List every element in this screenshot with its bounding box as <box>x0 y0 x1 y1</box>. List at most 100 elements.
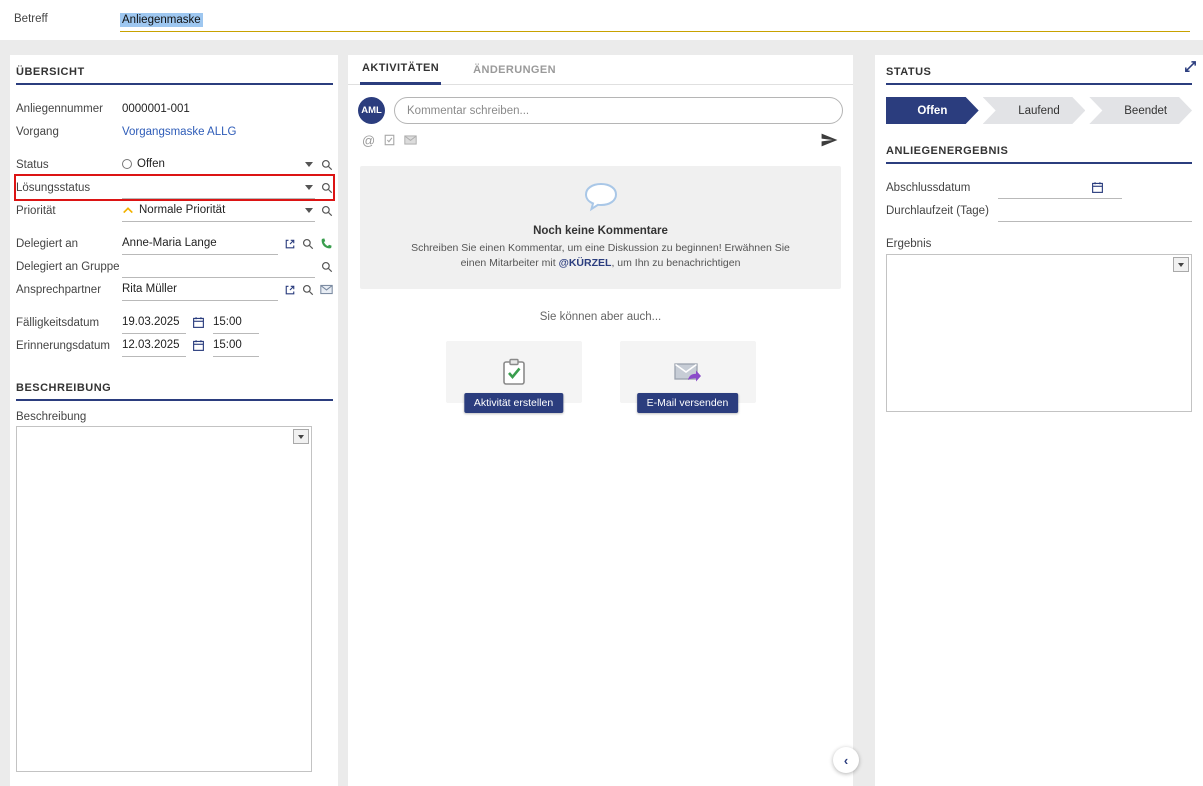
status-panel: STATUS Offen Laufend Beendet ANLIEGENERG… <box>875 55 1203 786</box>
status-step-offen[interactable]: Offen <box>886 97 979 124</box>
loesungsstatus-search-icon[interactable] <box>321 182 333 194</box>
vorgang-label: Vorgang <box>16 126 122 138</box>
field-erinnerungsdatum: Erinnerungsdatum 12.03.2025 15:00 <box>16 334 333 357</box>
expand-corner-icon[interactable] <box>1183 59 1198 77</box>
erinnerungsdatum-date-input[interactable]: 12.03.2025 <box>122 334 186 357</box>
subject-value-selected: Anliegenmaske <box>120 13 203 27</box>
ergebnis-dropdown-button[interactable] <box>1173 257 1189 272</box>
comment-composer: AML <box>348 85 853 124</box>
delegiert-an-gruppe-search-icon[interactable] <box>321 261 333 273</box>
open-record-icon[interactable] <box>284 284 296 296</box>
faelligkeitsdatum-time-value: 15:00 <box>213 316 242 328</box>
ansprechpartner-label: Ansprechpartner <box>16 284 122 296</box>
description-section-title: BESCHREIBUNG <box>16 379 333 401</box>
faelligkeitsdatum-label: Fälligkeitsdatum <box>16 317 122 329</box>
calendar-icon[interactable] <box>192 316 205 329</box>
status-search-icon[interactable] <box>321 159 333 171</box>
mail-forward-icon <box>673 359 703 385</box>
beschreibung-dropdown-button[interactable] <box>293 429 309 444</box>
status-step-beendet[interactable]: Beendet <box>1089 97 1192 124</box>
ergebnis-label: Ergebnis <box>886 238 1192 250</box>
delegiert-an-gruppe-input[interactable] <box>122 255 315 278</box>
field-status: Status Offen <box>16 153 333 176</box>
ansprechpartner-value: Rita Müller <box>122 283 177 295</box>
delegiert-an-search-icon[interactable] <box>302 238 314 250</box>
field-ansprechpartner: Ansprechpartner Rita Müller <box>16 278 333 301</box>
durchlaufzeit-label: Durchlaufzeit (Tage) <box>886 205 998 217</box>
calendar-icon[interactable] <box>1091 181 1104 194</box>
create-activity-card[interactable]: Aktivität erstellen <box>446 341 582 403</box>
prioritaet-value: Normale Priorität <box>139 204 225 216</box>
erinnerungsdatum-date-value: 12.03.2025 <box>122 339 180 351</box>
mention-icon[interactable]: @ <box>362 134 375 147</box>
status-step-laufend[interactable]: Laufend <box>983 97 1086 124</box>
field-delegiert-an-gruppe: Delegiert an Gruppe <box>16 255 333 278</box>
task-icon[interactable] <box>384 134 395 146</box>
suggestion-text: Sie können aber auch... <box>348 311 853 323</box>
delegiert-an-input[interactable]: Anne-Maria Lange <box>122 232 278 255</box>
phone-icon[interactable] <box>320 237 333 250</box>
prioritaet-search-icon[interactable] <box>321 205 333 217</box>
collapse-panel-button[interactable]: ‹ <box>833 747 859 773</box>
anliegennummer-value: 0000001-001 <box>122 103 190 115</box>
beschreibung-textarea-box <box>16 426 312 772</box>
field-anliegennummer: Anliegennummer 0000001-001 <box>16 97 333 120</box>
chevron-down-icon[interactable] <box>305 185 313 190</box>
ergebnis-textarea-box <box>886 254 1192 412</box>
erinnerungsdatum-time-input[interactable]: 15:00 <box>213 334 259 357</box>
loesungsstatus-label: Lösungsstatus <box>16 182 122 194</box>
field-prioritaet: Priorität Normale Priorität <box>16 199 333 222</box>
loesungsstatus-dropdown[interactable] <box>122 176 315 199</box>
mail-icon[interactable] <box>320 284 333 295</box>
ansprechpartner-search-icon[interactable] <box>302 284 314 296</box>
faelligkeitsdatum-time-input[interactable]: 15:00 <box>213 311 259 334</box>
send-icon[interactable] <box>820 132 839 148</box>
faelligkeitsdatum-date-input[interactable]: 19.03.2025 <box>122 311 186 334</box>
subject-label: Betreff <box>14 13 48 25</box>
priority-normal-icon <box>122 205 134 215</box>
comment-input[interactable] <box>394 97 843 124</box>
create-activity-button[interactable]: Aktivität erstellen <box>464 393 563 413</box>
send-email-button[interactable]: E-Mail versenden <box>637 393 739 413</box>
avatar: AML <box>358 97 385 124</box>
status-section-title: STATUS <box>886 63 1192 85</box>
composer-toolbar: @ <box>348 124 853 148</box>
activities-tabbar: AKTIVITÄTEN ÄNDERUNGEN <box>348 55 853 85</box>
calendar-icon[interactable] <box>192 339 205 352</box>
chevron-down-icon[interactable] <box>305 162 313 167</box>
overview-section-title: ÜBERSICHT <box>16 63 333 85</box>
field-faelligkeitsdatum: Fälligkeitsdatum 19.03.2025 15:00 <box>16 311 333 334</box>
open-record-icon[interactable] <box>284 238 296 250</box>
field-loesungsstatus: Lösungsstatus <box>16 176 333 199</box>
delegiert-an-label: Delegiert an <box>16 238 122 250</box>
durchlaufzeit-input[interactable] <box>998 199 1192 222</box>
status-dropdown[interactable]: Offen <box>122 153 315 176</box>
field-durchlaufzeit: Durchlaufzeit (Tage) <box>886 199 1192 222</box>
chevron-left-icon: ‹ <box>844 753 848 768</box>
prioritaet-label: Priorität <box>16 205 122 217</box>
quick-actions: Aktivität erstellen E-Mail versenden <box>348 341 853 403</box>
status-steps: Offen Laufend Beendet <box>886 97 1192 124</box>
subject-bar: Betreff Anliegenmaske <box>0 0 1203 40</box>
prioritaet-dropdown[interactable]: Normale Priorität <box>122 199 315 222</box>
subject-input[interactable]: Anliegenmaske <box>120 8 1190 32</box>
vorgang-link[interactable]: Vorgangsmaske ALLG <box>122 126 236 138</box>
speech-bubble-icon <box>583 182 619 212</box>
ansprechpartner-input[interactable]: Rita Müller <box>122 278 278 301</box>
mail-icon[interactable] <box>404 135 417 145</box>
erinnerungsdatum-time-value: 15:00 <box>213 339 242 351</box>
delegiert-an-gruppe-label: Delegiert an Gruppe <box>16 261 122 273</box>
beschreibung-textarea[interactable] <box>17 427 311 771</box>
no-comments-panel: Noch keine Kommentare Schreiben Sie eine… <box>360 166 841 289</box>
tab-aktivitaeten[interactable]: AKTIVITÄTEN <box>360 62 441 85</box>
send-email-card[interactable]: E-Mail versenden <box>620 341 756 403</box>
status-label: Status <box>16 159 122 171</box>
chevron-down-icon[interactable] <box>305 208 313 213</box>
ergebnis-textarea[interactable] <box>887 255 1191 411</box>
beschreibung-label: Beschreibung <box>16 411 333 423</box>
tab-aenderungen[interactable]: ÄNDERUNGEN <box>471 64 558 84</box>
no-comments-title: Noch keine Kommentare <box>400 225 801 237</box>
faelligkeitsdatum-date-value: 19.03.2025 <box>122 316 180 328</box>
abschlussdatum-input[interactable] <box>998 176 1122 199</box>
field-delegiert-an: Delegiert an Anne-Maria Lange <box>16 232 333 255</box>
